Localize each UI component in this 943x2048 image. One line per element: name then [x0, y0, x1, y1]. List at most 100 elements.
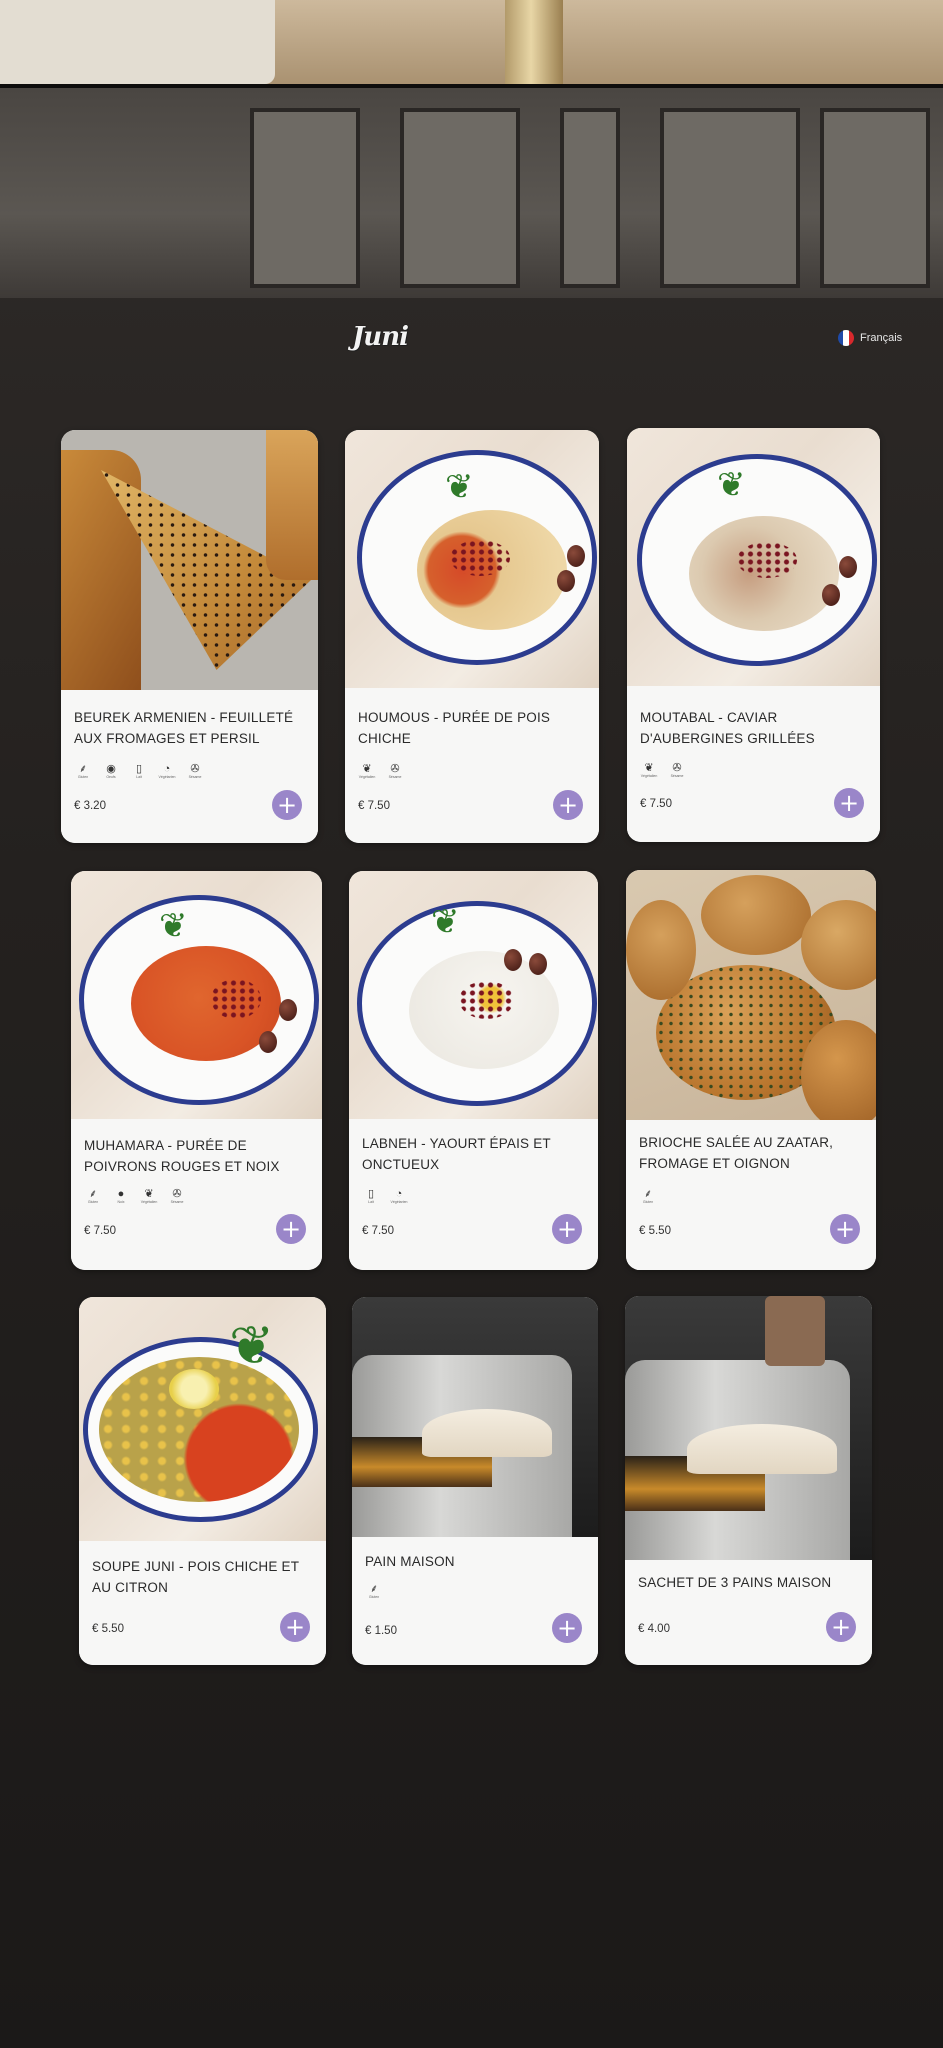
language-selector[interactable]: Français [838, 330, 902, 346]
milk-glyph: ▯ [135, 763, 143, 775]
food-olive [839, 556, 857, 578]
product-image-pain-maison [352, 1297, 598, 1537]
plus-icon: + [280, 1215, 302, 1243]
sesame-glyph: ✇ [172, 1188, 182, 1200]
ceiling-background [0, 0, 943, 88]
sesame-icon: ✇ Sésame [386, 763, 404, 780]
add-to-cart-button[interactable]: + [830, 1214, 860, 1244]
product-name: MOUTABAL - CAVIAR D'AUBERGINES GRILLÉES [640, 710, 815, 746]
sesame-caption: Sésame [188, 775, 202, 779]
wheat-caption: Gluten [87, 1200, 99, 1204]
add-to-cart-button[interactable]: + [552, 1214, 582, 1244]
product-card-beurek[interactable]: BEUREK ARMENIEN - FEUILLETÉ AUX FROMAGES… [61, 430, 318, 843]
egg-caption: Oeufs [106, 775, 116, 779]
add-to-cart-button[interactable]: + [280, 1612, 310, 1642]
milk-icon: ▯ Lait [362, 1188, 380, 1205]
add-to-cart-button[interactable]: + [552, 1613, 582, 1643]
sesame-icon: ✇ Sésame [186, 763, 204, 780]
reflection-window [660, 108, 800, 288]
allergen-icons: ⸙ Gluten [639, 1188, 657, 1205]
sesame-glyph: ✇ [190, 763, 200, 775]
plus-icon: + [276, 791, 298, 819]
food-olive [822, 584, 840, 606]
language-label: Français [860, 332, 903, 344]
add-to-cart-button[interactable]: + [272, 790, 302, 820]
product-card-soupe[interactable]: ❦ SOUPE JUNI - POIS CHICHE ET AU CITRON … [79, 1297, 326, 1665]
product-image-houmous: ❦ [345, 430, 599, 688]
food-jar [765, 1296, 825, 1366]
product-price: € 7.50 [640, 798, 672, 810]
allergen-icons: ❦ Végétalien ✇ Sésame [640, 762, 686, 779]
food-brioche [701, 875, 811, 955]
food-olive [567, 545, 585, 567]
product-card-muhamara[interactable]: ❦ MUHAMARA - PURÉE DE POIVRONS ROUGES ET… [71, 871, 322, 1270]
sesame-icon: ✇ Sésame [168, 1188, 186, 1205]
milk-glyph: ▯ [367, 1188, 375, 1200]
vegan-icon: ❦ Végétalien [140, 1188, 158, 1205]
product-price: € 7.50 [362, 1225, 394, 1237]
wheat-caption: Gluten [368, 1595, 380, 1599]
product-info: LABNEH - YAOURT ÉPAIS ET ONCTUEUX ▯ Lait … [349, 1119, 598, 1270]
sesame-glyph: ✇ [672, 762, 682, 774]
vegan-caption: Végétalien [640, 774, 658, 778]
nut-caption: Noix [117, 1200, 125, 1204]
top-bar [0, 300, 943, 390]
product-image-muhamara: ❦ [71, 871, 322, 1119]
window-reflection [0, 88, 943, 298]
food-bread-on-peel [687, 1424, 837, 1474]
sesame-caption: Sésame [670, 774, 684, 778]
brand-logo[interactable]: Juni [352, 322, 420, 358]
product-name: MUHAMARA - PURÉE DE POIVRONS ROUGES ET N… [84, 1138, 280, 1174]
add-to-cart-button[interactable]: + [553, 790, 583, 820]
vegan-icon: ❦ Végétalien [358, 763, 376, 780]
food-parsley: ❦ [717, 466, 746, 504]
product-card-moutabal[interactable]: ❦ MOUTABAL - CAVIAR D'AUBERGINES GRILLÉE… [627, 428, 880, 842]
product-image-beurek [61, 430, 318, 690]
egg-icon: ◉ Oeufs [102, 763, 120, 780]
food-brioche [801, 900, 876, 990]
product-name: BRIOCHE SALÉE AU ZAATAR, FROMAGE ET OIGN… [639, 1135, 834, 1171]
product-info: SACHET DE 3 PAINS MAISON € 4.00 + [625, 1560, 872, 1665]
food-parsley: ❦ [431, 903, 460, 941]
product-card-sachet-pains[interactable]: SACHET DE 3 PAINS MAISON € 4.00 + [625, 1296, 872, 1665]
vegetarian-glyph: ◔ [395, 1188, 403, 1200]
plus-icon: + [284, 1613, 306, 1641]
sesame-glyph: ✇ [390, 763, 400, 775]
food-parsley: ❦ [159, 907, 188, 945]
wheat-glyph: ⸙ [88, 1188, 98, 1200]
product-info: BRIOCHE SALÉE AU ZAATAR, FROMAGE ET OIGN… [626, 1120, 876, 1270]
vegetarian-icon: ◔ Végétarien [390, 1188, 408, 1205]
nut-glyph: ● [117, 1188, 125, 1200]
product-price: € 4.00 [638, 1623, 670, 1635]
plus-icon: + [838, 789, 860, 817]
milk-caption: Lait [368, 1200, 374, 1204]
add-to-cart-button[interactable]: + [276, 1214, 306, 1244]
product-info: BEUREK ARMENIEN - FEUILLETÉ AUX FROMAGES… [61, 690, 318, 843]
add-to-cart-button[interactable]: + [834, 788, 864, 818]
product-image-soupe: ❦ [79, 1297, 326, 1541]
sesame-caption: Sésame [388, 775, 402, 779]
product-card-labneh[interactable]: ❦ LABNEH - YAOURT ÉPAIS ET ONCTUEUX ▯ Lai… [349, 871, 598, 1270]
product-card-houmous[interactable]: ❦ HOUMOUS - PURÉE DE POIS CHICHE ❦ Végéta… [345, 430, 599, 843]
wheat-icon: ⸙ Gluten [74, 763, 92, 780]
add-to-cart-button[interactable]: + [826, 1612, 856, 1642]
french-flag-icon [838, 330, 854, 346]
product-info: SOUPE JUNI - POIS CHICHE ET AU CITRON € … [79, 1541, 326, 1665]
food-olive [504, 949, 522, 971]
product-card-brioche[interactable]: BRIOCHE SALÉE AU ZAATAR, FROMAGE ET OIGN… [626, 870, 876, 1270]
allergen-icons: ▯ Lait ◔ Végétarien [362, 1188, 408, 1205]
vegan-glyph: ❦ [362, 763, 372, 775]
food-olive [529, 953, 547, 975]
plus-icon: + [557, 791, 579, 819]
ceiling-pipe [505, 0, 563, 84]
product-card-pain-maison[interactable]: PAIN MAISON ⸙ Gluten € 1.50 + [352, 1297, 598, 1665]
product-info: PAIN MAISON ⸙ Gluten € 1.50 + [352, 1537, 598, 1665]
vegan-glyph: ❦ [144, 1188, 154, 1200]
food-parsley: ❦ [229, 1316, 275, 1376]
food-pomegranate-seeds [450, 540, 510, 576]
food-bread-on-peel [422, 1409, 552, 1457]
product-info: MUHAMARA - PURÉE DE POIVRONS ROUGES ET N… [71, 1119, 322, 1270]
food-pastry-right [266, 430, 318, 580]
product-price: € 5.50 [92, 1623, 124, 1635]
food-pomegranate-seeds [459, 981, 514, 1019]
